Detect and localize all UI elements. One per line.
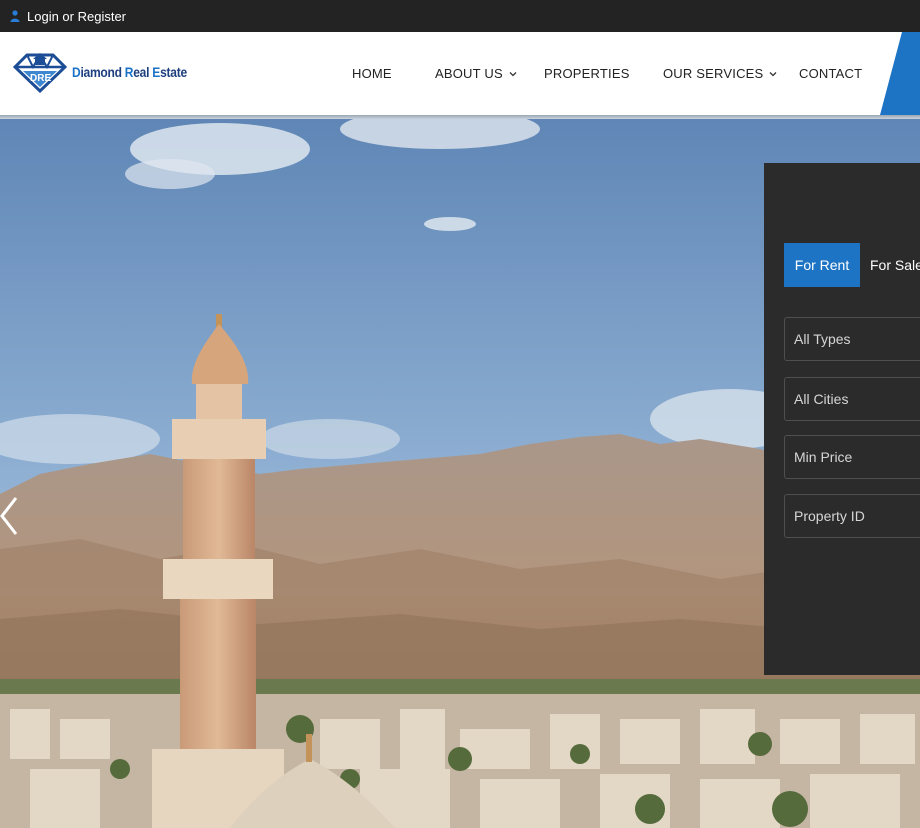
nav-home[interactable]: HOME (352, 66, 392, 81)
nav-about-us[interactable]: ABOUT US (435, 66, 517, 81)
nav-properties-label: PROPERTIES (544, 66, 630, 81)
min-price-select[interactable]: Min Price (784, 435, 920, 479)
user-icon (10, 10, 20, 22)
header-accent-shape (880, 32, 920, 115)
logo-initial-r: R (124, 64, 134, 80)
svg-text:DRE: DRE (30, 73, 51, 84)
nav-properties[interactable]: PROPERTIES (544, 66, 630, 81)
chevron-left-icon[interactable] (0, 496, 20, 536)
city-select[interactable]: All Cities (784, 377, 920, 421)
nav-contact-label: CONTACT (799, 66, 863, 81)
logo-word-real: eal (133, 64, 153, 80)
tab-for-sale[interactable]: For Sale (870, 243, 920, 287)
logo[interactable]: DRE Diamond Real Estate (13, 50, 206, 94)
diamond-logo-icon: DRE (13, 53, 67, 93)
logo-text: Diamond Real Estate (72, 64, 187, 80)
tab-for-rent[interactable]: For Rent (784, 243, 860, 287)
logo-initial-d: D (72, 64, 81, 80)
property-id-input[interactable]: Property ID (784, 494, 920, 538)
type-select[interactable]: All Types (784, 317, 920, 361)
logo-word-diamond: iamond (80, 64, 125, 80)
nav-our-services-label: OUR SERVICES (663, 66, 764, 81)
site-header: DRE Diamond Real Estate HOME ABOUT US PR… (0, 32, 920, 115)
top-bar: Login or Register (0, 0, 920, 32)
property-search-panel: For Rent For Sale All Types All Cities M… (764, 163, 920, 675)
chevron-down-icon (769, 71, 777, 76)
logo-word-estate: state (160, 64, 187, 80)
nav-home-label: HOME (352, 66, 392, 81)
login-register-link[interactable]: Login or Register (27, 9, 126, 24)
chevron-down-icon (509, 71, 517, 76)
nav-contact[interactable]: CONTACT (799, 66, 862, 81)
nav-our-services[interactable]: OUR SERVICES (663, 66, 777, 81)
nav-about-us-label: ABOUT US (435, 66, 503, 81)
